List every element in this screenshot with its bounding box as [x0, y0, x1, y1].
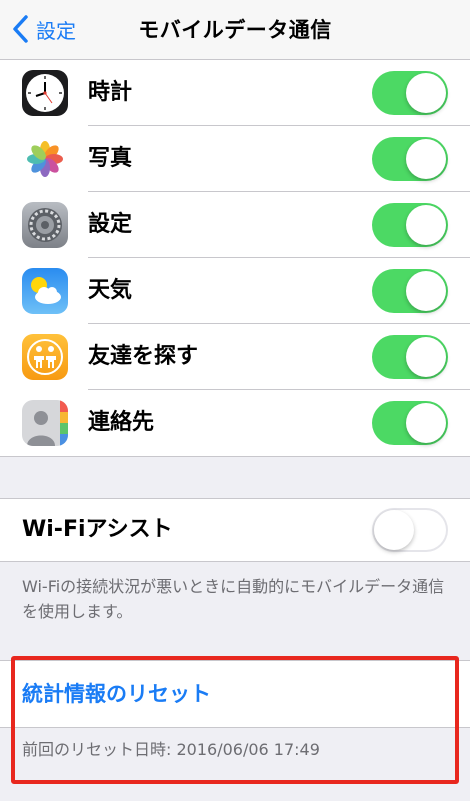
settings-gear-icon	[22, 202, 68, 248]
wifi-assist-description: Wi-Fiの接続状況が悪いときに自動的にモバイルデータ通信を使用します。	[22, 577, 445, 621]
reset-statistics-group: 統計情報のリセット 前回のリセット日時: 2016/06/06 17:49	[0, 660, 470, 801]
navigation-bar: 設定 モバイルデータ通信	[0, 0, 470, 60]
reset-statistics-button[interactable]: 統計情報のリセット	[22, 661, 211, 727]
list-item-weather: 天気	[0, 258, 470, 324]
page-title: モバイルデータ通信	[138, 18, 332, 42]
clock-icon	[22, 70, 68, 116]
app-label: 写真	[88, 146, 133, 171]
app-label: 連絡先	[88, 410, 155, 435]
list-item-find-friends: 友達を探す	[0, 324, 470, 390]
app-label: 友達を探す	[88, 344, 199, 369]
wifi-assist-toggle[interactable]	[372, 508, 448, 552]
app-label: 設定	[88, 212, 133, 237]
find-friends-cellular-toggle[interactable]	[372, 335, 448, 379]
toggle-knob	[406, 271, 446, 311]
app-label: 時計	[88, 80, 133, 105]
photos-cellular-toggle[interactable]	[372, 137, 448, 181]
weather-cellular-toggle[interactable]	[372, 269, 448, 313]
wifi-assist-label: Wi-Fiアシスト	[22, 517, 173, 542]
photos-icon	[22, 136, 68, 182]
toggle-knob	[406, 73, 446, 113]
find-friends-icon	[22, 334, 68, 380]
toggle-knob	[406, 337, 446, 377]
list-item-contacts: 連絡先	[0, 390, 470, 456]
toggle-knob	[406, 139, 446, 179]
list-item-settings: 設定	[0, 192, 470, 258]
wifi-assist-row: Wi-Fiアシスト	[0, 498, 470, 562]
list-item-clock: 時計	[0, 60, 470, 126]
last-reset-timestamp: 前回のリセット日時: 2016/06/06 17:49	[22, 740, 320, 759]
contacts-cellular-toggle[interactable]	[372, 401, 448, 445]
list-item-photos: 写真	[0, 126, 470, 192]
toggle-knob	[374, 510, 414, 550]
toggle-knob	[406, 205, 446, 245]
app-label: 天気	[88, 278, 133, 303]
clock-cellular-toggle[interactable]	[372, 71, 448, 115]
weather-icon	[22, 268, 68, 314]
toggle-knob	[406, 403, 446, 443]
app-cellular-list: 時計 写真 設定 天気 友達を探す 連絡先	[0, 60, 470, 457]
contacts-icon	[22, 400, 68, 446]
settings-cellular-toggle[interactable]	[372, 203, 448, 247]
